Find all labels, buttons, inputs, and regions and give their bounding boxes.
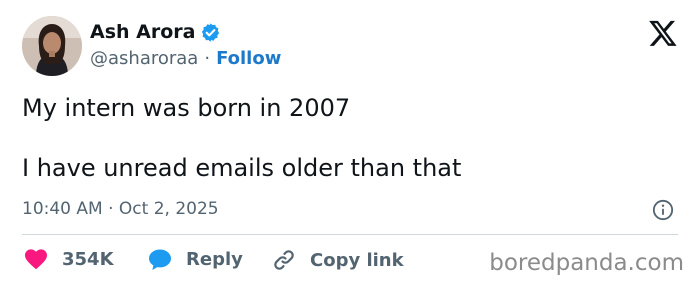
reply-label: Reply xyxy=(186,249,243,270)
separator-dot: · xyxy=(204,48,211,69)
link-icon xyxy=(274,250,294,270)
reply-button[interactable]: Reply xyxy=(148,248,243,271)
info-icon[interactable] xyxy=(652,199,674,221)
tweet-text-line-2: I have unread emails older than that xyxy=(22,154,462,182)
copy-link-label: Copy link xyxy=(310,249,404,271)
author-name-row: Ash Arora xyxy=(90,21,221,43)
avatar[interactable] xyxy=(22,16,82,76)
tweet-timestamp[interactable]: 10:40 AM · Oct 2, 2025 xyxy=(22,199,219,219)
watermark: boredpanda.com xyxy=(489,250,684,276)
divider xyxy=(22,234,678,235)
speech-bubble-icon xyxy=(149,249,171,270)
follow-button[interactable]: Follow xyxy=(216,48,281,69)
verified-badge-icon xyxy=(200,22,221,43)
heart-icon xyxy=(25,249,47,270)
x-logo-icon[interactable] xyxy=(648,18,678,48)
like-button[interactable]: 354K xyxy=(24,248,114,270)
author-handle[interactable]: @asharoraa xyxy=(90,48,198,69)
copy-link-button[interactable]: Copy link xyxy=(272,248,404,272)
avatar-image xyxy=(22,16,82,76)
author-name[interactable]: Ash Arora xyxy=(90,21,195,43)
handle-row: @asharoraa · Follow xyxy=(90,48,281,69)
like-count: 354K xyxy=(62,248,114,270)
tweet-text-line-1: My intern was born in 2007 xyxy=(22,94,351,122)
